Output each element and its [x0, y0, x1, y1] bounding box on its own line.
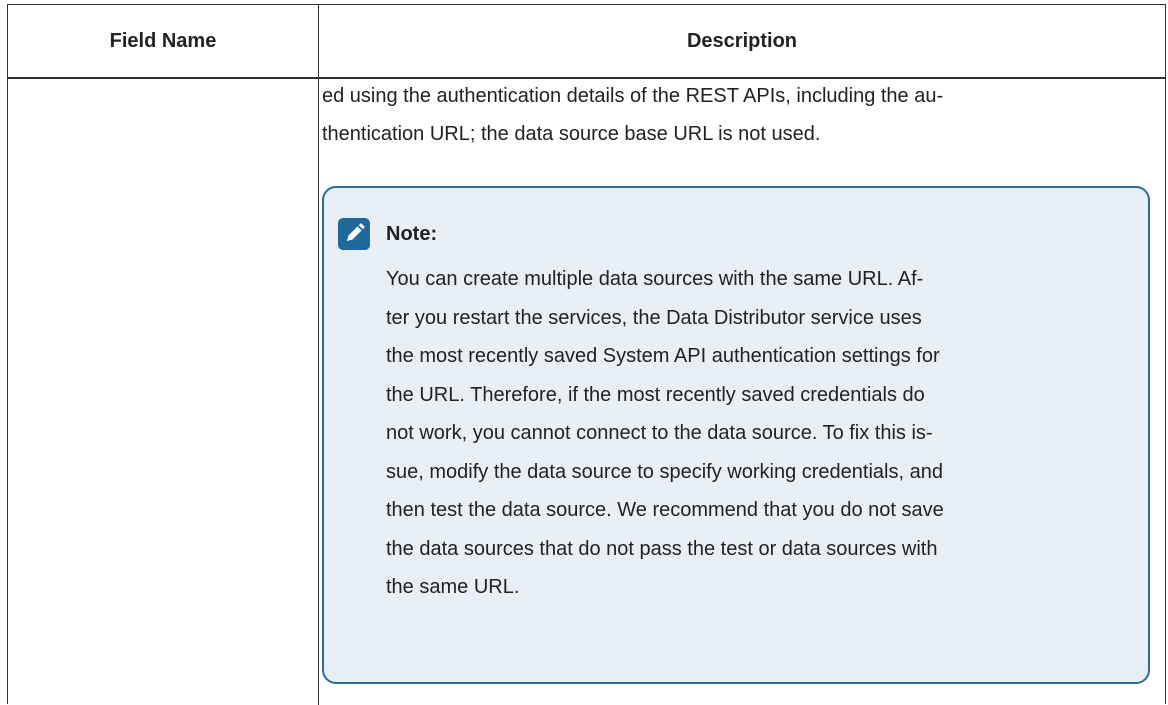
note-line: then test the data source. We recommend … — [386, 499, 944, 521]
pencil-note-icon — [338, 218, 370, 250]
column-divider — [318, 5, 319, 705]
note-line: sue, modify the data source to specify w… — [386, 460, 943, 483]
column-header-field-name: Field Name — [109, 29, 217, 52]
note-line: ter you restart the services, the Data D… — [386, 306, 922, 329]
description-line: ed using the authentication details of t… — [322, 85, 944, 107]
note-title: Note: — [386, 223, 438, 245]
note-body: You can create multiple data sources wit… — [386, 260, 1130, 607]
column-header-description: Description — [686, 29, 798, 52]
note-callout: Note: You can create multiple data sourc… — [322, 186, 1150, 684]
note-line: the same URL. — [386, 576, 520, 598]
description-line: thentication URL; the data source base U… — [322, 123, 821, 145]
note-line: the data sources that do not pass the te… — [386, 537, 938, 560]
note-line: the most recently saved System API authe… — [386, 345, 940, 367]
table-header-row: Field Name Description — [8, 5, 1165, 79]
description-text: ed using the authentication details of t… — [322, 77, 1142, 153]
note-line: You can create multiple data sources wit… — [386, 268, 924, 290]
note-line: the URL. Therefore, if the most recently… — [386, 383, 925, 406]
note-line: not work, you cannot connect to the data… — [386, 422, 933, 444]
